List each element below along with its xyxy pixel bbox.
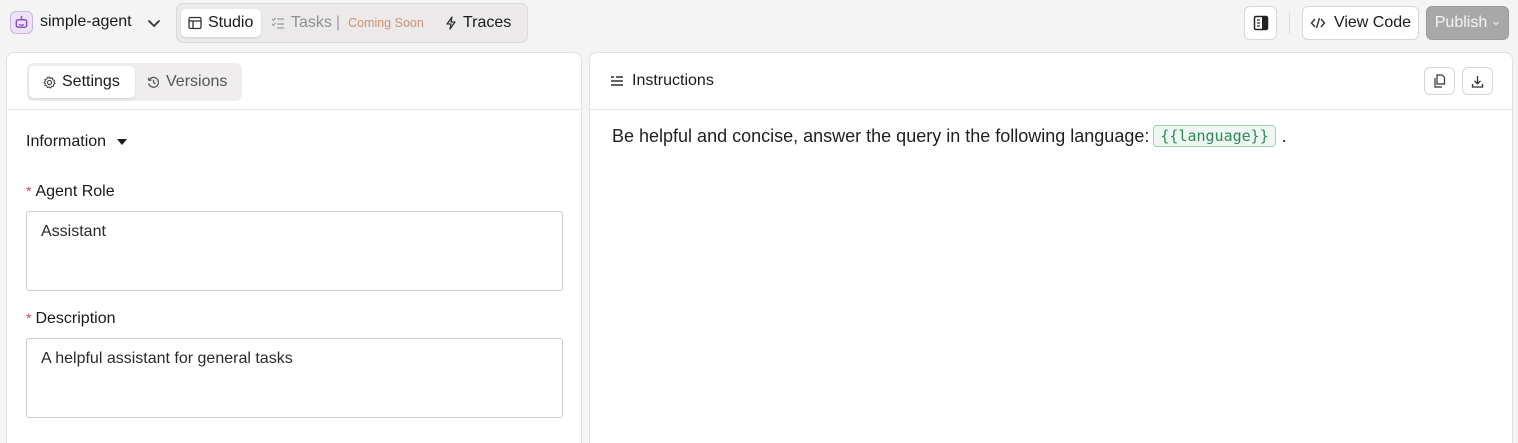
caret-down-icon bbox=[116, 138, 128, 146]
publish-button[interactable]: Publish bbox=[1426, 6, 1509, 40]
information-section-toggle[interactable]: Information bbox=[26, 133, 128, 151]
copy-button[interactable] bbox=[1424, 67, 1455, 95]
instructions-panel: Instructions Be helpful and concise, ans… bbox=[589, 52, 1513, 443]
coming-soon-badge: Coming Soon bbox=[348, 16, 424, 30]
robot-icon[interactable] bbox=[10, 11, 33, 34]
instructions-text: Be helpful and concise, answer the query… bbox=[612, 125, 1150, 146]
tab-tasks: Tasks | Coming Soon bbox=[271, 9, 431, 37]
table-icon bbox=[188, 16, 202, 30]
view-code-button[interactable]: View Code bbox=[1302, 6, 1419, 40]
section-title: Information bbox=[26, 133, 107, 150]
view-code-label: View Code bbox=[1333, 14, 1412, 31]
chevron-down-icon bbox=[1492, 19, 1500, 27]
tab-studio-label: Studio bbox=[208, 14, 254, 31]
top-bar: simple-agent Studio Tasks | Coming Soon … bbox=[0, 0, 1518, 46]
text-lines-icon bbox=[610, 75, 624, 87]
sidebar-panel-icon bbox=[1253, 15, 1269, 31]
tab-versions-label: Versions bbox=[166, 73, 228, 90]
instructions-title: Instructions bbox=[610, 72, 714, 90]
variable-chip[interactable]: {{language}} bbox=[1153, 125, 1276, 147]
panel-tabs: Settings Versions bbox=[27, 63, 242, 101]
checklist-icon bbox=[271, 16, 285, 30]
required-mark: * bbox=[26, 183, 32, 199]
settings-panel: Settings Versions Information * Agent Rol… bbox=[6, 52, 582, 443]
header-divider bbox=[1289, 12, 1290, 34]
agent-chevron-down-icon[interactable] bbox=[146, 15, 162, 31]
mode-tabs: Studio Tasks | Coming Soon Traces bbox=[176, 3, 528, 43]
tab-studio[interactable]: Studio bbox=[181, 9, 261, 37]
sidebar-toggle-button[interactable] bbox=[1244, 6, 1277, 40]
tab-settings-label: Settings bbox=[62, 73, 120, 90]
tab-traces-label: Traces bbox=[463, 14, 512, 31]
instructions-editor[interactable]: Be helpful and concise, answer the query… bbox=[612, 125, 1287, 147]
copy-icon bbox=[1433, 74, 1446, 88]
description-field[interactable]: A helpful assistant for general tasks bbox=[26, 338, 563, 418]
tab-tasks-label: Tasks bbox=[291, 14, 332, 31]
code-icon bbox=[1310, 16, 1326, 30]
history-icon bbox=[147, 76, 160, 89]
download-button[interactable] bbox=[1462, 67, 1493, 95]
agent-role-field[interactable]: Assistant bbox=[26, 211, 563, 291]
lightning-icon bbox=[445, 16, 457, 30]
instructions-text-end: . bbox=[1281, 125, 1287, 146]
tab-traces[interactable]: Traces bbox=[445, 9, 525, 37]
agent-role-label-text: Agent Role bbox=[35, 183, 115, 200]
required-mark: * bbox=[26, 310, 32, 326]
agent-role-label: * Agent Role bbox=[26, 183, 115, 201]
agent-name[interactable]: simple-agent bbox=[40, 13, 132, 31]
gear-icon bbox=[43, 75, 56, 89]
tab-separator: | bbox=[335, 14, 341, 31]
description-label-text: Description bbox=[35, 310, 116, 327]
tab-versions[interactable]: Versions bbox=[147, 66, 239, 98]
instructions-title-label: Instructions bbox=[632, 72, 714, 89]
description-label: * Description bbox=[26, 310, 115, 328]
download-icon bbox=[1471, 75, 1484, 88]
publish-label: Publish bbox=[1434, 14, 1488, 31]
instructions-panel-header: Instructions bbox=[590, 53, 1512, 110]
settings-panel-header: Settings Versions bbox=[7, 53, 581, 110]
tab-settings[interactable]: Settings bbox=[29, 66, 135, 98]
